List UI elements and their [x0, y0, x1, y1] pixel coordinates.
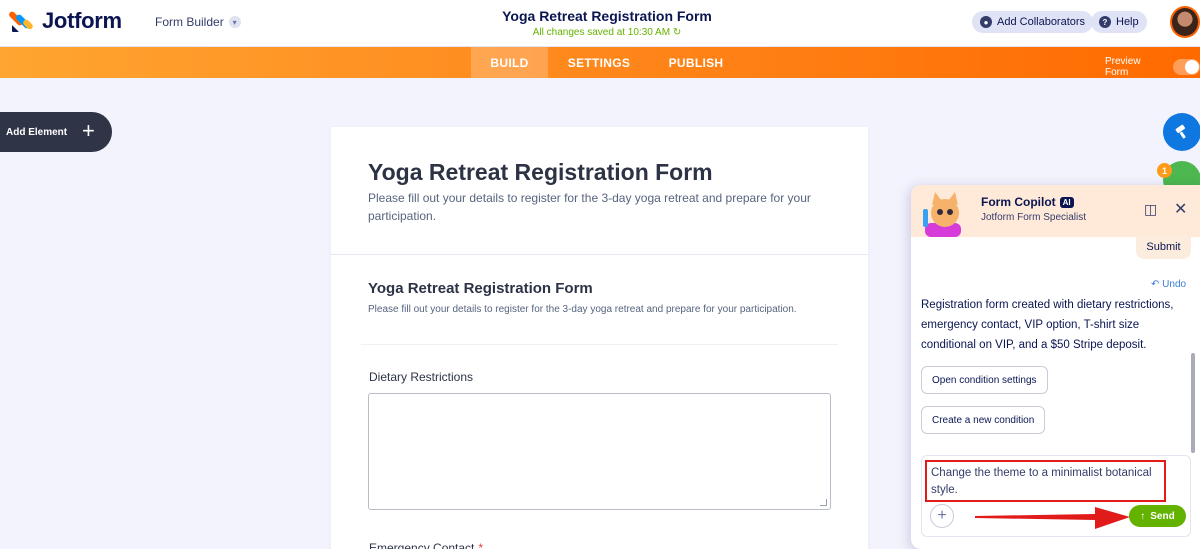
- copilot-header: Form Copilot AI Jotform Form Specialist …: [911, 185, 1200, 237]
- emergency-contact-label: Emergency Contact *: [369, 541, 483, 549]
- toggle-switch[interactable]: [1172, 59, 1200, 75]
- open-condition-settings-button[interactable]: Open condition settings: [921, 366, 1048, 394]
- top-bar: Jotform Form Builder ▾ Yoga Retreat Regi…: [0, 0, 1200, 47]
- annotation-arrow-icon: [975, 507, 1130, 529]
- dietary-restrictions-textarea[interactable]: [368, 393, 831, 510]
- tab-build[interactable]: BUILD: [471, 47, 548, 78]
- section-description[interactable]: Please fill out your details to register…: [368, 302, 798, 318]
- brand-name: Jotform: [42, 8, 122, 33]
- builder-nav: BUILD SETTINGS PUBLISH Preview Form: [0, 47, 1200, 78]
- form-description[interactable]: Please fill out your details to register…: [368, 189, 838, 225]
- scrollbar[interactable]: [1191, 353, 1195, 453]
- copilot-mascot-icon: [923, 192, 961, 237]
- form-heading[interactable]: Yoga Retreat Registration Form: [368, 159, 713, 186]
- add-attachment-button[interactable]: +: [930, 504, 954, 528]
- copilot-subtitle: Jotform Form Specialist: [981, 212, 1087, 223]
- paint-roller-icon: [1175, 124, 1186, 139]
- page-title[interactable]: Yoga Retreat Registration Form: [400, 8, 814, 24]
- section-heading[interactable]: Yoga Retreat Registration Form: [368, 280, 593, 297]
- preview-form-toggle[interactable]: Preview Form: [1105, 56, 1200, 78]
- undo-icon: ↶: [1151, 279, 1160, 290]
- add-element-button[interactable]: Add Element +: [0, 112, 112, 152]
- ai-badge: AI: [1059, 196, 1074, 208]
- form-canvas: Yoga Retreat Registration Form Please fi…: [331, 127, 868, 549]
- form-header[interactable]: Yoga Retreat Registration Form Please fi…: [331, 127, 868, 255]
- save-status: All changes saved at 10:30 AM ↻: [532, 27, 682, 38]
- user-icon: ●: [980, 16, 992, 28]
- undo-button[interactable]: ↶ Undo: [1151, 279, 1186, 290]
- form-builder-dropdown[interactable]: Form Builder ▾: [155, 15, 241, 29]
- avatar[interactable]: [1170, 6, 1200, 38]
- chevron-down-icon: ▾: [228, 16, 241, 28]
- copilot-message: Registration form created with dietary r…: [921, 299, 1174, 351]
- refresh-icon: ↻: [672, 27, 682, 38]
- form-builder-label: Form Builder: [155, 15, 224, 29]
- form-title-block: Yoga Retreat Registration Form All chang…: [400, 8, 814, 38]
- sidebar-toggle-icon[interactable]: ◫: [1144, 201, 1157, 218]
- jotform-logo[interactable]: Jotform: [7, 8, 122, 34]
- divider: [361, 344, 838, 345]
- plus-icon: +: [82, 118, 95, 143]
- help-icon: ?: [1099, 16, 1111, 28]
- preview-form-label: Preview Form: [1105, 56, 1141, 78]
- notification-badge: 1: [1157, 163, 1172, 178]
- copilot-title: Form Copilot AI: [981, 195, 1074, 209]
- close-icon[interactable]: ✕: [1174, 199, 1187, 219]
- tab-settings[interactable]: SETTINGS: [556, 47, 642, 78]
- dietary-restrictions-label: Dietary Restrictions: [369, 370, 474, 384]
- form-copilot-panel: Form Copilot AI Jotform Form Specialist …: [911, 185, 1200, 549]
- add-element-label: Add Element: [6, 126, 68, 138]
- tab-publish[interactable]: PUBLISH: [655, 47, 737, 78]
- arrow-up-icon: ↑: [1140, 510, 1146, 522]
- chat-input[interactable]: Change the theme to a minimalist botanic…: [925, 460, 1166, 502]
- form-designer-button[interactable]: [1163, 113, 1200, 151]
- required-asterisk: *: [478, 541, 484, 549]
- add-collaborators-button[interactable]: ● Add Collaborators: [972, 11, 1094, 33]
- create-new-condition-button[interactable]: Create a new condition: [921, 406, 1046, 434]
- user-message-bubble: Submit: [1136, 235, 1191, 259]
- jotform-logo-icon: [7, 8, 35, 34]
- help-button[interactable]: ? Help: [1091, 11, 1147, 33]
- send-button[interactable]: ↑ Send: [1129, 505, 1186, 527]
